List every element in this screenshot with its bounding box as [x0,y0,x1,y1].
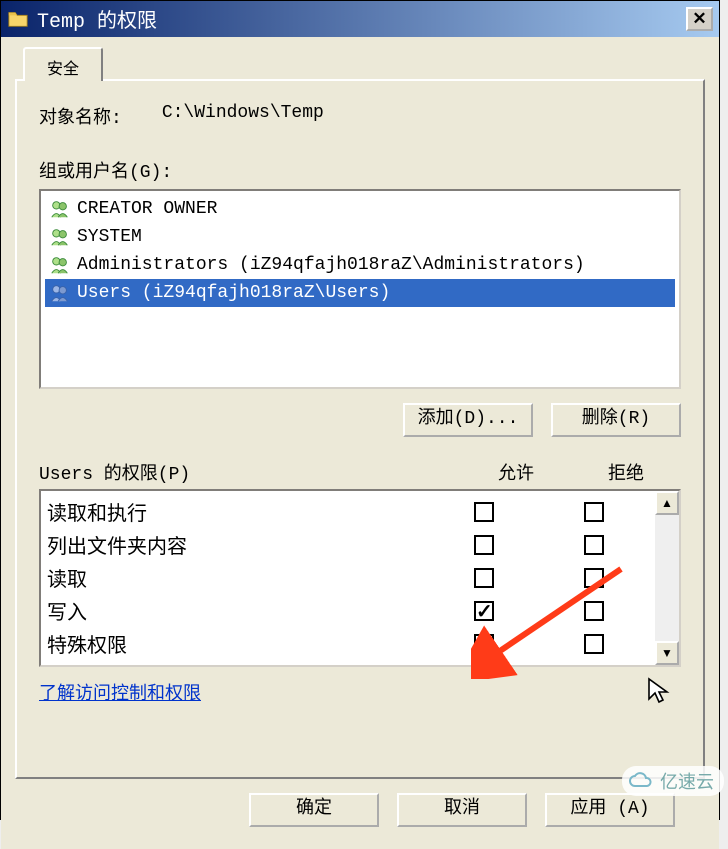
scroll-track[interactable] [655,515,679,641]
user-item[interactable]: Administrators (iZ94qfajh018raZ\Administ… [45,251,675,279]
object-name-label: 对象名称: [39,103,122,129]
watermark-text: 亿速云 [660,768,714,794]
permission-row: 写入 [47,594,649,627]
dialog-buttons: 确定 取消 应用 (A) [15,779,705,837]
user-item-label: SYSTEM [77,227,142,247]
scroll-down-button[interactable]: ▼ [655,641,679,665]
close-icon: ✕ [692,9,706,29]
allow-column-header: 允许 [461,459,571,485]
user-item[interactable]: CREATOR OWNER [45,195,675,223]
permission-row: 读取 [47,561,649,594]
tab-security[interactable]: 安全 [23,47,103,81]
allow-checkbox[interactable] [474,535,494,555]
client-area: 安全 对象名称: C:\Windows\Temp 组或用户名(G): CREAT… [1,37,719,849]
tab-panel: 对象名称: C:\Windows\Temp 组或用户名(G): CREATOR … [15,79,705,779]
deny-checkbox[interactable] [584,568,604,588]
object-name-row: 对象名称: C:\Windows\Temp [39,103,681,129]
apply-button[interactable]: 应用 (A) [545,793,675,827]
help-link[interactable]: 了解访问控制和权限 [39,679,201,705]
permissions-header: Users 的权限(P) 允许 拒绝 [39,459,681,485]
user-group-icon [49,282,71,304]
allow-checkbox[interactable] [474,502,494,522]
scrollbar[interactable]: ▲ ▼ [655,491,679,665]
object-name-value: C:\Windows\Temp [162,103,324,129]
user-item-label: Users (iZ94qfajh018raZ\Users) [77,283,390,303]
permission-label: 读取和执行 [47,497,429,526]
tab-strip: 安全 [15,47,705,81]
user-buttons-row: 添加(D)... 删除(R) [39,403,681,437]
deny-checkbox[interactable] [584,535,604,555]
watermark: 亿速云 [622,766,724,796]
cursor-icon [647,677,675,705]
remove-button[interactable]: 删除(R) [551,403,681,437]
permissions-body: 读取和执行列出文件夹内容读取写入特殊权限 [41,491,655,665]
groups-label: 组或用户名(G): [39,157,681,183]
users-listbox[interactable]: CREATOR OWNER SYSTEM Administrators (iZ94q… [39,189,681,389]
user-item[interactable]: SYSTEM [45,223,675,251]
permissions-dialog: Temp 的权限 ✕ 安全 对象名称: C:\Windows\Temp 组或用户… [0,0,720,820]
permission-label: 读取 [47,563,429,592]
user-item-label: CREATOR OWNER [77,199,217,219]
permissions-list: 读取和执行列出文件夹内容读取写入特殊权限 ▲ ▼ [39,489,681,667]
permission-row: 读取和执行 [47,495,649,528]
add-button[interactable]: 添加(D)... [403,403,533,437]
deny-checkbox[interactable] [584,601,604,621]
user-item[interactable]: Users (iZ94qfajh018raZ\Users) [45,279,675,307]
window-title: Temp 的权限 [37,4,678,34]
title-bar[interactable]: Temp 的权限 ✕ [1,1,719,37]
user-item-label: Administrators (iZ94qfajh018raZ\Administ… [77,255,585,275]
cloud-icon [628,772,654,790]
permission-label: 特殊权限 [47,629,429,658]
user-group-icon [49,198,71,220]
permission-label: 写入 [47,596,429,625]
ok-button[interactable]: 确定 [249,793,379,827]
tab-label: 安全 [47,61,79,78]
user-group-icon [49,254,71,276]
deny-checkbox[interactable] [584,502,604,522]
permissions-for-label: Users 的权限(P) [39,459,461,485]
folder-icon [7,8,29,30]
scroll-up-button[interactable]: ▲ [655,491,679,515]
deny-column-header: 拒绝 [571,459,681,485]
allow-checkbox[interactable] [474,601,494,621]
allow-checkbox[interactable] [474,568,494,588]
cancel-button[interactable]: 取消 [397,793,527,827]
user-group-icon [49,226,71,248]
permission-row: 特殊权限 [47,627,649,660]
deny-checkbox[interactable] [584,634,604,654]
permission-row: 列出文件夹内容 [47,528,649,561]
allow-checkbox[interactable] [474,634,494,654]
close-button[interactable]: ✕ [686,7,713,31]
permission-label: 列出文件夹内容 [47,530,429,559]
